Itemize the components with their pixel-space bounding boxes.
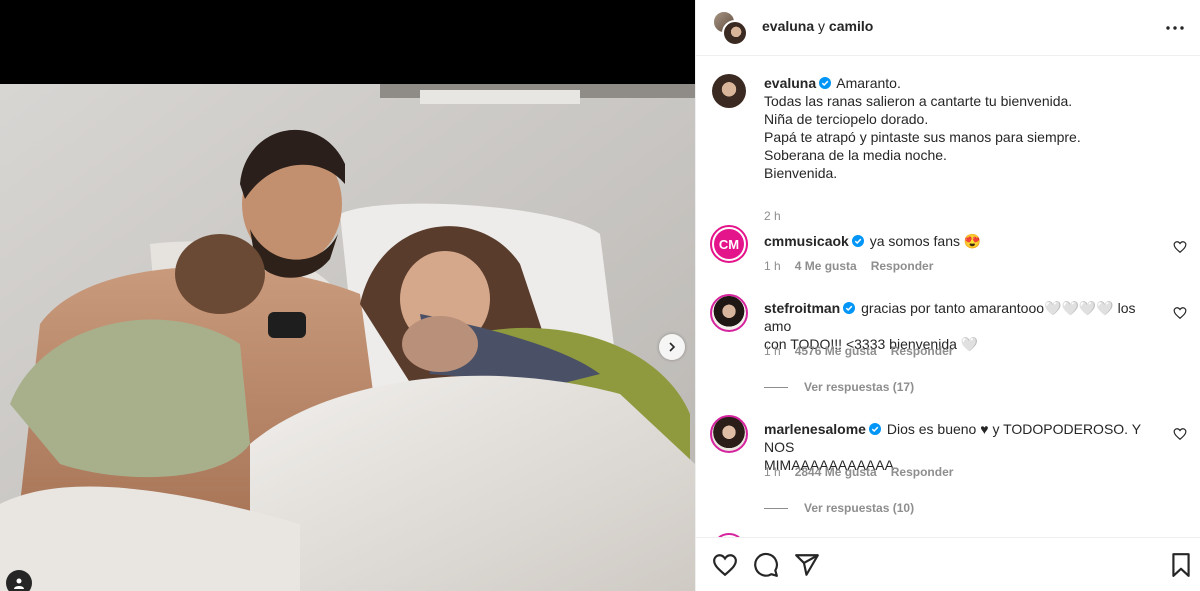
- caption: evaluna Amaranto. Todas las ranas salier…: [712, 74, 1187, 224]
- view-replies-label: Ver respuestas (10): [804, 501, 915, 515]
- caption-line-6: Bienvenida.: [764, 165, 838, 181]
- avatar-evaluna[interactable]: [722, 20, 748, 46]
- post-details-panel: evaluna y camilo evaluna Amaranto. Todas…: [695, 0, 1200, 591]
- verified-badge-icon: [868, 423, 881, 435]
- view-replies-button[interactable]: Ver respuestas (10): [764, 501, 914, 515]
- post-header: evaluna y camilo: [696, 0, 1200, 56]
- comment-icon[interactable]: [753, 552, 779, 578]
- caption-line-3: Niña de terciopelo dorado.: [764, 111, 929, 127]
- caption-time[interactable]: 2 h: [764, 209, 781, 223]
- reply-button[interactable]: Responder: [891, 465, 954, 479]
- replies-divider: [764, 507, 788, 509]
- heart-icon[interactable]: [712, 552, 738, 578]
- comment-avatar[interactable]: CM: [710, 225, 748, 263]
- heart-icon[interactable]: [1173, 240, 1187, 254]
- comment-username[interactable]: stefroitman: [764, 300, 840, 316]
- reply-button[interactable]: Responder: [891, 344, 954, 358]
- comment-meta: 1 h 4 Me gusta Responder: [764, 259, 933, 273]
- share-icon[interactable]: [794, 552, 820, 578]
- comment-likes[interactable]: 4 Me gusta: [795, 259, 857, 273]
- comment-likes[interactable]: 4576 Me gusta: [795, 344, 877, 358]
- post-photo[interactable]: [0, 84, 695, 591]
- comment-item: marlenesalome Dios es bueno ♥ y TODOPODE…: [710, 415, 1187, 517]
- reply-button[interactable]: Responder: [871, 259, 934, 273]
- comment-avatar[interactable]: [710, 415, 748, 453]
- comment-text: cmmusicaok ya somos fans 😍: [764, 232, 1154, 250]
- heart-icon[interactable]: [1173, 427, 1187, 441]
- comment-time[interactable]: 1 h: [764, 344, 781, 358]
- comments-list[interactable]: evaluna Amaranto. Todas las ranas salier…: [696, 57, 1200, 537]
- post-authors: evaluna y camilo: [762, 18, 873, 34]
- verified-badge-icon: [843, 302, 856, 314]
- comment-username[interactable]: marlenesalome: [764, 421, 866, 437]
- view-replies-label: Ver respuestas (17): [804, 380, 915, 394]
- bookmark-icon[interactable]: [1168, 552, 1194, 578]
- user-tags-button[interactable]: [6, 570, 32, 591]
- post-actions-bar: [696, 537, 1200, 591]
- caption-line-4: Papá te atrapó y pintaste sus manos para…: [764, 129, 1081, 145]
- comment-time[interactable]: 1 h: [764, 259, 781, 273]
- caption-avatar[interactable]: [712, 74, 746, 108]
- heart-icon[interactable]: [1173, 306, 1187, 320]
- caption-line-1: Amaranto.: [836, 75, 901, 91]
- view-replies-button[interactable]: Ver respuestas (17): [764, 380, 914, 394]
- caption-text: evaluna Amaranto. Todas las ranas salier…: [764, 74, 1154, 182]
- next-photo-button[interactable]: [659, 334, 685, 360]
- replies-divider: [764, 386, 788, 388]
- author-username[interactable]: evaluna: [762, 18, 814, 34]
- comment-meta: 1 h 2844 Me gusta Responder: [764, 465, 953, 479]
- family-photo-illustration: [0, 84, 695, 591]
- caption-line-5: Soberana de la media noche.: [764, 147, 947, 163]
- verified-badge-icon: [819, 77, 832, 89]
- comment-meta: 1 h 4576 Me gusta Responder: [764, 344, 953, 358]
- caption-line-2: Todas las ranas salieron a cantarte tu b…: [764, 93, 1073, 109]
- comment-likes[interactable]: 2844 Me gusta: [795, 465, 877, 479]
- chevron-right-icon: [669, 342, 676, 352]
- post-media: [0, 0, 695, 591]
- comment-username[interactable]: cmmusicaok: [764, 233, 849, 249]
- comment-item: CM cmmusicaok ya somos fans 😍 1 h 4 Me g…: [710, 225, 1187, 278]
- cm-logo-text: CM: [718, 236, 740, 252]
- user-tag-icon: [14, 578, 24, 589]
- caption-username[interactable]: evaluna: [764, 75, 816, 91]
- more-options-button[interactable]: [1163, 16, 1187, 40]
- comment-avatar[interactable]: [710, 294, 748, 332]
- comment-item: stefroitman gracias por tanto amarantooo…: [710, 294, 1187, 396]
- comment-body: ya somos fans 😍: [869, 233, 982, 249]
- caption-meta: 2 h: [764, 209, 781, 223]
- comment-time[interactable]: 1 h: [764, 465, 781, 479]
- coauthor-username[interactable]: camilo: [829, 18, 873, 34]
- collab-avatars[interactable]: [712, 10, 748, 46]
- author-connector: y: [814, 18, 829, 34]
- verified-badge-icon: [851, 235, 864, 247]
- more-horizontal-icon: [1166, 26, 1184, 30]
